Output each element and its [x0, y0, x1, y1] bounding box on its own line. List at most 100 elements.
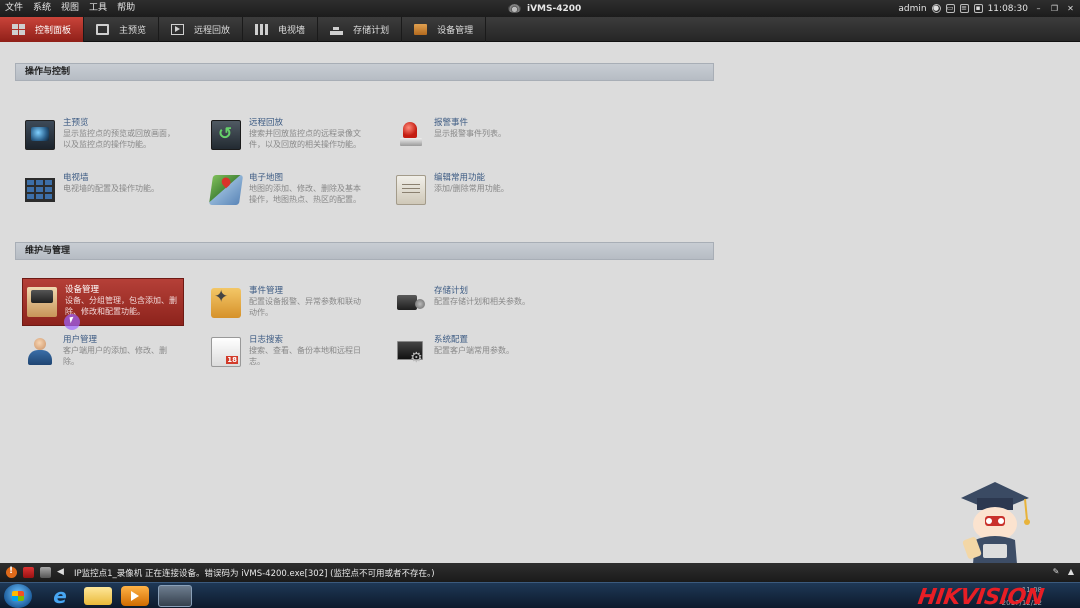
func-name: 用户管理: [63, 335, 98, 345]
tv-wall-icon: [255, 24, 269, 35]
func-alarm-event[interactable]: 报警事件 显示报警事件列表。: [396, 118, 546, 158]
storage-plan-icon: [330, 24, 344, 35]
func-desc: 搜索、查看、备份本地和远程日志。: [249, 346, 361, 366]
func-desc: 配置设备报警、异常参数和联动动作。: [249, 297, 361, 317]
tab-label: 存储计划: [353, 26, 390, 36]
app-title: iVMS-4200: [508, 0, 581, 17]
system-config-icon: [396, 337, 426, 367]
mascot-illustration: [961, 482, 1030, 564]
func-desc: 配置存储计划和相关参数。: [434, 297, 530, 306]
app-title-text: iVMS-4200: [527, 3, 582, 14]
func-name: 主预览: [63, 118, 89, 128]
func-desc: 搜索并回放监控点的远程录像文件，以及回放的相关操作功能。: [249, 129, 361, 149]
func-main-preview[interactable]: 主预览 显示监控点的预览或回放画面，以及监控点的操作功能。: [25, 118, 175, 158]
tab-storage-plan[interactable]: 存储计划: [318, 17, 403, 42]
func-event-management[interactable]: 事件管理 配置设备报警、异常参数和联动动作。: [211, 286, 361, 326]
status-message: IP监控点1_录像机 正在连接设备。错误码为 iVMS-4200.exe[302…: [74, 568, 435, 579]
func-name: 系统配置: [434, 335, 469, 345]
func-name: 电视墙: [63, 173, 89, 183]
func-name: 设备管理: [65, 285, 100, 295]
restore-button[interactable]: ❐: [1049, 3, 1060, 14]
pin-icon[interactable]: ✎: [1051, 566, 1061, 577]
func-storage-plan[interactable]: 存储计划 配置存储计划和相关参数。: [396, 286, 546, 326]
media-player-icon[interactable]: [121, 586, 149, 606]
current-user[interactable]: admin: [898, 4, 926, 14]
event-list-icon[interactable]: [40, 567, 51, 578]
main-toolbar: 控制面板 主预览 远程回放 电视墙 存储计划 设备管理: [0, 17, 1080, 42]
func-name: 存储计划: [434, 286, 469, 296]
hikvision-logo: HIKVISION: [916, 585, 1046, 608]
menu-file[interactable]: 文件: [0, 0, 28, 17]
control-panel-icon: [12, 24, 25, 35]
system-tray: 11:08 2017/12/22 HIKVISION: [890, 583, 1080, 608]
tab-label: 远程回放: [194, 26, 231, 36]
tab-label: 设备管理: [437, 26, 474, 36]
func-system-config[interactable]: 系统配置 配置客户端常用参数。: [396, 335, 546, 375]
tab-control-panel[interactable]: 控制面板: [0, 17, 85, 42]
section-header-operation: 操作与控制: [15, 63, 714, 81]
system-clock: 11:08:30: [987, 3, 1028, 14]
func-desc: 电视墙的配置及操作功能。: [63, 184, 159, 193]
ivms-taskbar-icon[interactable]: [158, 585, 192, 607]
event-icon: [211, 287, 241, 318]
tab-device-management[interactable]: 设备管理: [402, 17, 487, 42]
alarm-sound-icon[interactable]: [23, 567, 34, 578]
func-device-management[interactable]: 设备管理 设备、分组管理，包含添加、删除、修改和配置功能。: [22, 278, 184, 326]
func-desc: 配置客户端常用参数。: [434, 346, 514, 355]
func-desc: 客户端用户的添加、修改、删除。: [63, 346, 167, 366]
func-name: 报警事件: [434, 118, 469, 128]
func-name: 远程回放: [249, 118, 284, 128]
tab-remote-playback[interactable]: 远程回放: [159, 17, 244, 42]
file-explorer-icon[interactable]: [84, 587, 112, 605]
func-desc: 添加/删除常用功能。: [434, 184, 509, 193]
camera-icon[interactable]: ▪: [973, 4, 983, 13]
lock-icon[interactable]: ●: [931, 4, 941, 13]
mouse-cursor-icon: [69, 316, 75, 324]
common-functions-icon: [396, 175, 426, 205]
main-preview-icon: [96, 24, 110, 35]
func-log-search[interactable]: 日志搜索 搜索、查看、备份本地和远程日志。: [211, 335, 361, 375]
func-name: 事件管理: [249, 286, 284, 296]
func-desc: 地图的添加、修改、删除及基本操作，地图热点、热区的配置。: [249, 184, 361, 204]
tab-tv-wall[interactable]: 电视墙: [243, 17, 319, 42]
device-management-icon: [414, 24, 428, 35]
speaker-icon[interactable]: ◀: [57, 567, 68, 578]
tab-label: 主预览: [119, 26, 147, 36]
preview-icon: [25, 120, 55, 150]
remote-playback-icon: [171, 24, 185, 35]
emap-icon: [208, 175, 244, 205]
func-name: 电子地图: [249, 173, 284, 183]
start-button[interactable]: [4, 584, 32, 608]
storage-icon: [396, 288, 426, 318]
menu-bar: 文件 系统 视图 工具 帮助: [0, 0, 140, 17]
menu-help[interactable]: 帮助: [112, 0, 140, 17]
list-icon[interactable]: ≡: [959, 4, 969, 13]
func-tv-wall[interactable]: 电视墙 电视墙的配置及操作功能。: [25, 173, 175, 213]
menu-view[interactable]: 视图: [56, 0, 84, 17]
menu-system[interactable]: 系统: [28, 0, 56, 17]
minimize-button[interactable]: –: [1033, 3, 1044, 14]
func-desc: 设备、分组管理，包含添加、删除、修改和配置功能。: [65, 296, 177, 316]
func-emap[interactable]: 电子地图 地图的添加、修改、删除及基本操作，地图热点、热区的配置。: [208, 173, 361, 213]
menu-tools[interactable]: 工具: [84, 0, 112, 17]
func-name: 日志搜索: [249, 335, 284, 345]
os-taskbar: e 11:08 2017/12/22 HIKVISION: [0, 582, 1080, 608]
internet-explorer-icon[interactable]: e: [46, 585, 74, 607]
statusbar-controls: ✎ ▲: [1051, 566, 1076, 577]
titlebar-right: admin ● ▭ ≡ ▪ 11:08:30 – ❐ ✕: [898, 0, 1076, 17]
func-edit-common[interactable]: 编辑常用功能 添加/删除常用功能。: [396, 173, 546, 213]
device-icon: [27, 287, 57, 317]
expand-icon[interactable]: ▲: [1066, 566, 1076, 577]
func-remote-playback[interactable]: 远程回放 搜索并回放监控点的远程录像文件，以及回放的相关操作功能。: [211, 118, 361, 158]
close-button[interactable]: ✕: [1065, 3, 1076, 14]
alarm-warning-icon[interactable]: [6, 566, 17, 578]
screen-icon[interactable]: ▭: [945, 4, 955, 13]
tab-label: 电视墙: [278, 26, 306, 36]
app-logo-icon: [508, 4, 521, 13]
status-bar: ◀ IP监控点1_录像机 正在连接设备。错误码为 iVMS-4200.exe[3…: [0, 563, 1080, 582]
func-desc: 显示监控点的预览或回放画面，以及监控点的操作功能。: [63, 129, 175, 149]
func-user-management[interactable]: 用户管理 客户端用户的添加、修改、删除。: [25, 335, 175, 375]
func-name: 编辑常用功能: [434, 173, 486, 183]
tab-main-preview[interactable]: 主预览: [84, 17, 160, 42]
tab-label: 控制面板: [35, 26, 72, 36]
